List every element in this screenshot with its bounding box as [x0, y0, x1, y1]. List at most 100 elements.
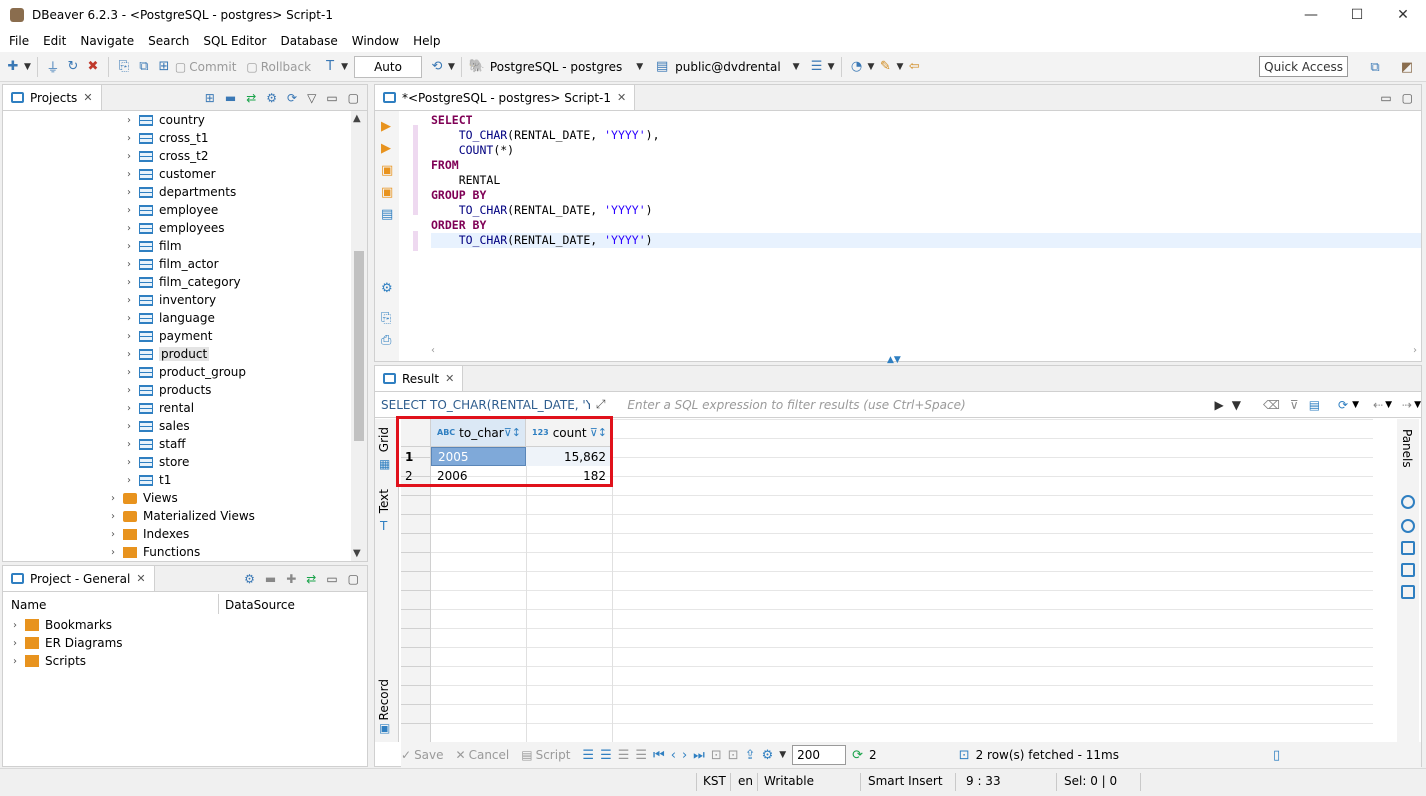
grid-settings-icon[interactable]: ⚙ [762, 748, 774, 763]
tree-item[interactable]: › film_category [3, 273, 351, 291]
chevron-down-icon[interactable]: ▼ [896, 62, 903, 72]
collapse-all-icon[interactable]: ▬ [225, 91, 236, 105]
editor-horizontal-scrollbar[interactable]: ‹ › [431, 345, 1417, 359]
execute-statement-icon[interactable]: ▶ [381, 119, 391, 134]
value-panel-icon[interactable] [1401, 495, 1415, 509]
transaction-log-icon[interactable]: ⧉ [135, 58, 153, 76]
tree-item[interactable]: › film [3, 237, 351, 255]
connect-icon[interactable]: ⏚ [44, 58, 62, 76]
expand-arrow-icon[interactable]: › [123, 403, 135, 414]
outline-icon[interactable]: ☰ [808, 58, 826, 76]
execute-script-new-tab-icon[interactable]: ▣ [381, 185, 393, 200]
execute-script-icon[interactable]: ▣ [381, 163, 393, 178]
tools-icon[interactable]: ✎ [876, 58, 894, 76]
expand-arrow-icon[interactable]: › [13, 638, 25, 649]
scroll-left-icon[interactable]: ‹ [431, 345, 435, 356]
filter-settings-icon[interactable]: ⊽ [1290, 398, 1299, 412]
fetch-all-icon[interactable]: ⊡ [728, 748, 739, 763]
tree-item[interactable]: › Materialized Views [3, 507, 351, 525]
expand-arrow-icon[interactable]: › [123, 187, 135, 198]
tab-record[interactable]: Record [377, 679, 391, 720]
list-item-bookmarks[interactable]: › Bookmarks [3, 616, 363, 634]
tree-item[interactable]: › language [3, 309, 351, 327]
row-number[interactable]: 2 [401, 466, 431, 485]
tree-item[interactable]: › Views [3, 489, 351, 507]
minimize-button[interactable]: — [1288, 0, 1334, 30]
scroll-up-icon[interactable]: ▲ [353, 113, 361, 124]
code-line[interactable]: SELECT [431, 113, 1421, 128]
expand-arrow-icon[interactable]: › [123, 439, 135, 450]
edit-row-icon[interactable]: ☰ [582, 748, 594, 763]
tab-project-general[interactable]: Project - General ✕ [3, 566, 155, 591]
configure-icon[interactable]: ⚙ [244, 572, 255, 586]
execute-statement-new-tab-icon[interactable]: ▶ [381, 141, 391, 156]
sash-toggle-icon[interactable]: ▲▼ [887, 355, 901, 365]
minimize-icon[interactable]: ▭ [1380, 91, 1391, 105]
expand-arrow-icon[interactable]: › [123, 457, 135, 468]
expand-arrow-icon[interactable]: › [107, 493, 119, 504]
expand-arrow-icon[interactable]: › [123, 259, 135, 270]
tree-item[interactable]: › country [3, 111, 351, 129]
tree-item[interactable]: › product_group [3, 363, 351, 381]
tree-item[interactable]: › rental [3, 399, 351, 417]
column-header-to-char[interactable]: ABC to_char ⊽↕ [431, 419, 526, 447]
cell-count[interactable]: 182 [526, 466, 612, 485]
grid-corner[interactable] [401, 419, 431, 447]
tree-item[interactable]: › Functions [3, 543, 351, 561]
maximize-icon[interactable]: ▢ [348, 572, 359, 586]
grouping-panel-icon[interactable] [1401, 541, 1415, 555]
tree-item[interactable]: › cross_t1 [3, 129, 351, 147]
expand-arrow-icon[interactable]: › [123, 313, 135, 324]
filter-sort-icon[interactable]: ⊽↕ [504, 426, 521, 439]
panel-toggle-icon[interactable]: ▯ [1273, 748, 1280, 763]
list-item-er-diagrams[interactable]: › ER Diagrams [3, 634, 363, 652]
fetch-size-input[interactable]: 200 [792, 745, 847, 765]
tree-item[interactable]: › customer [3, 165, 351, 183]
menu-database[interactable]: Database [273, 34, 344, 48]
tab-grid[interactable]: Grid [377, 427, 391, 452]
first-page-icon[interactable]: ⏮ [653, 748, 665, 763]
references-panel-icon[interactable] [1401, 585, 1415, 599]
menu-search[interactable]: Search [141, 34, 196, 48]
menu-sql-editor[interactable]: SQL Editor [196, 34, 273, 48]
link-icon[interactable]: ⇄ [306, 572, 316, 586]
scroll-down-icon[interactable]: ▼ [353, 548, 361, 559]
expand-arrow-icon[interactable]: › [123, 295, 135, 306]
code-line[interactable]: RENTAL [431, 173, 1421, 188]
list-item-scripts[interactable]: › Scripts [3, 652, 363, 670]
tree-item[interactable]: › staff [3, 435, 351, 453]
minimize-icon[interactable]: ▭ [326, 572, 337, 586]
minimize-icon[interactable]: ▭ [326, 91, 337, 105]
close-icon[interactable]: ✕ [445, 372, 454, 385]
tree-item[interactable]: › sales [3, 417, 351, 435]
chevron-down-icon[interactable]: ▼ [1385, 400, 1392, 410]
close-icon[interactable]: ✕ [617, 91, 626, 104]
tree-item[interactable]: › film_actor [3, 255, 351, 273]
cell-to-char[interactable]: 2006 [431, 466, 526, 485]
back-navigation-icon[interactable]: ⇦ [905, 58, 923, 76]
maximize-icon[interactable]: ▢ [1402, 91, 1413, 105]
tree-item[interactable]: › product [3, 345, 351, 363]
quick-access-input[interactable]: Quick Access [1259, 56, 1348, 77]
expand-arrow-icon[interactable]: › [13, 620, 25, 631]
clear-filter-icon[interactable]: ⌫ [1263, 398, 1280, 412]
tab-text[interactable]: Text [377, 489, 391, 513]
save-filter-icon[interactable]: ▤ [1309, 398, 1320, 412]
expand-arrow-icon[interactable]: › [123, 223, 135, 234]
code-line[interactable]: TO_CHAR(RENTAL_DATE, 'YYYY') [431, 203, 1421, 218]
cell-count[interactable]: 15,862 [526, 447, 612, 466]
link-editor-icon[interactable]: ⇄ [246, 91, 256, 105]
expand-arrow-icon[interactable]: › [123, 115, 135, 126]
chevron-down-icon[interactable]: ▼ [1352, 400, 1359, 410]
expand-arrow-icon[interactable]: › [123, 241, 135, 252]
chevron-down-icon[interactable]: ▼ [636, 62, 643, 72]
tree-item[interactable]: › t1 [3, 471, 351, 489]
tab-projects[interactable]: Projects ✕ [3, 85, 102, 110]
expand-arrow-icon[interactable]: › [107, 547, 119, 558]
close-icon[interactable]: ✕ [83, 91, 92, 104]
tree-item[interactable]: › departments [3, 183, 351, 201]
dbeaver-perspective-icon[interactable]: ◩ [1398, 58, 1416, 76]
add-icon[interactable]: ⊞ [205, 91, 215, 105]
reconnect-icon[interactable]: ↻ [64, 58, 82, 76]
apply-filter-icon[interactable]: ▶ [1214, 398, 1223, 412]
